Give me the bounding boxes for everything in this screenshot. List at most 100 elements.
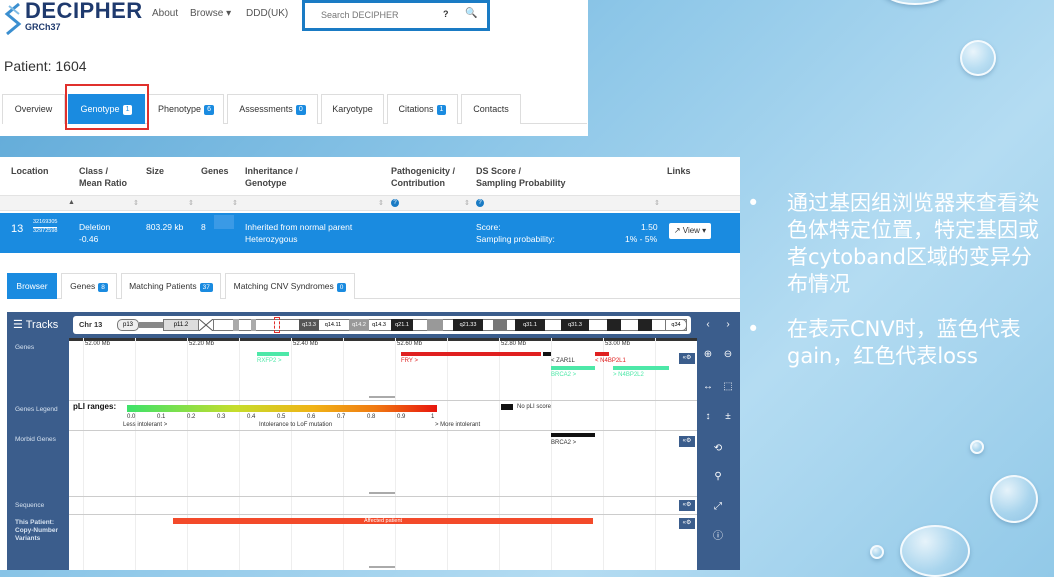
track-area[interactable]: 52.00 Mb 52.20 Mb 52.40 Mb 52.60 Mb 52.8… bbox=[69, 338, 697, 570]
expand-horizontal-icon[interactable]: ↔ bbox=[699, 378, 717, 396]
nav-ddd[interactable]: DDD(UK) bbox=[246, 8, 288, 19]
track-label-genes[interactable]: Genes bbox=[15, 344, 34, 352]
gene-bar[interactable] bbox=[595, 352, 609, 356]
resize-handle[interactable] bbox=[369, 396, 395, 398]
ruler-label: 52.00 Mb bbox=[85, 341, 111, 347]
table-row[interactable]: 13 32169305 32972598 Deletion -0.46 803.… bbox=[0, 213, 740, 253]
col-location[interactable]: Location bbox=[11, 165, 49, 177]
sort-icon[interactable]: ⇕ bbox=[188, 199, 194, 207]
info-icon[interactable]: ⓘ bbox=[709, 528, 727, 546]
tab-matching-cnv-syndromes[interactable]: Matching CNV Syndromes 0 bbox=[225, 273, 355, 299]
col-ds-score[interactable]: DS Score / Sampling Probability bbox=[476, 165, 566, 189]
pli-tick: 0.3 bbox=[217, 414, 226, 420]
ruler-label: 52.20 Mb bbox=[189, 341, 215, 347]
tracks-menu-button[interactable]: ☰ Tracks bbox=[13, 318, 58, 331]
centromere-icon bbox=[199, 319, 213, 331]
zoom-in-icon[interactable]: ⊕ bbox=[699, 346, 717, 364]
sort-icon[interactable]: ⇕ bbox=[232, 199, 238, 207]
expand-genes-icon[interactable] bbox=[214, 215, 234, 229]
bullet-item: • 在表示CNV时，蓝色代表gain，红色代表loss bbox=[747, 316, 1047, 370]
track-settings-icon[interactable]: «⚙ bbox=[679, 436, 695, 447]
zoom-out-icon[interactable]: ⊖ bbox=[719, 346, 737, 364]
search-icon[interactable]: 🔍 bbox=[465, 8, 477, 19]
external-link-icon: ↗ bbox=[673, 226, 683, 235]
track-label-sequence[interactable]: Sequence bbox=[15, 502, 44, 510]
track-labels: Genes Genes Legend Morbid Genes Sequence… bbox=[7, 338, 79, 570]
morbid-gene-bar[interactable] bbox=[551, 433, 595, 437]
sort-icon[interactable]: ⇕ bbox=[464, 199, 470, 207]
sort-icon[interactable]: ⇕ bbox=[133, 199, 139, 207]
bullet-text: 通过基因组浏览器来查看染色体特定位置，特定基因或者cytoband区域的变异分布… bbox=[787, 191, 1039, 296]
pli-tick: 0.2 bbox=[187, 414, 196, 420]
fullscreen-icon[interactable]: ⤢ bbox=[709, 498, 727, 516]
col-class[interactable]: Class / Mean Ratio bbox=[79, 165, 127, 189]
sort-row: ▲ ⇕ ⇕ ⇕ ⇕ ? ⇕ ? ⇕ bbox=[0, 195, 740, 211]
slide-bullets: • 通过基因组浏览器来查看染色体特定位置，特定基因或者cytoband区域的变异… bbox=[747, 190, 1047, 388]
tab-badge: 6 bbox=[204, 105, 214, 115]
pli-tick: 0.1 bbox=[157, 414, 166, 420]
nav-browse[interactable]: Browse ▾ bbox=[190, 8, 231, 19]
cnv-size: 803.29 kb bbox=[146, 222, 184, 232]
morbid-gene-label: BRCA2 > bbox=[551, 440, 577, 446]
track-label-patient-cnv[interactable]: This Patient: Copy-Number Variants bbox=[15, 519, 58, 543]
tab-matching-patients[interactable]: Matching Patients 37 bbox=[121, 273, 221, 299]
col-size[interactable]: Size bbox=[146, 165, 164, 177]
tab-badge: 8 bbox=[98, 283, 108, 292]
chromosome-label: Chr 13 bbox=[79, 320, 103, 329]
tab-assessments[interactable]: Assessments 0 bbox=[227, 94, 318, 124]
sort-icon[interactable]: ⇕ bbox=[654, 199, 660, 207]
tab-karyotype[interactable]: Karyotype bbox=[321, 94, 384, 124]
nav-about[interactable]: About bbox=[152, 8, 178, 19]
help-icon[interactable]: ? bbox=[476, 199, 484, 207]
gene-count: 8 bbox=[201, 222, 206, 232]
gene-bar[interactable] bbox=[257, 352, 289, 356]
track-label-genes-legend[interactable]: Genes Legend bbox=[15, 406, 58, 414]
resize-handle[interactable] bbox=[369, 492, 395, 494]
col-pathogenicity[interactable]: Pathogenicity / Contribution bbox=[391, 165, 455, 189]
col-genes[interactable]: Genes bbox=[201, 165, 229, 177]
track-label-morbid[interactable]: Morbid Genes bbox=[15, 436, 56, 444]
tab-overview[interactable]: Overview bbox=[2, 94, 65, 124]
tab-genes[interactable]: Genes 8 bbox=[61, 273, 117, 299]
scroll-left-icon[interactable]: ‹ bbox=[699, 316, 717, 334]
sampling-value: 1% - 5% bbox=[625, 234, 658, 244]
track-settings-icon[interactable]: «⚙ bbox=[679, 500, 695, 511]
sort-icon[interactable]: ⇕ bbox=[378, 199, 384, 207]
help-icon[interactable]: ? bbox=[391, 199, 399, 207]
pli-tick: 0.7 bbox=[337, 414, 346, 420]
reset-icon[interactable]: ⟲ bbox=[709, 440, 727, 458]
track-settings-icon[interactable]: «⚙ bbox=[679, 353, 695, 364]
patient-cnv-bar[interactable]: Affected patient bbox=[173, 518, 593, 524]
gene-bar[interactable] bbox=[551, 366, 595, 370]
pli-tick: 0.8 bbox=[367, 414, 376, 420]
scroll-right-icon[interactable]: › bbox=[719, 316, 737, 334]
tracks-toolbar: ☰ Tracks Chr 13 p13 p11.2 q13.3 q14.11 q… bbox=[7, 312, 740, 338]
pli-axis-label: Intolerance to LoF mutation bbox=[259, 422, 333, 428]
tab-browser[interactable]: Browser bbox=[7, 273, 57, 299]
track-settings-icon[interactable]: «⚙ bbox=[679, 518, 695, 529]
chromosome-ideogram[interactable]: Chr 13 p13 p11.2 q13.3 q14.11 q14.2 q14.… bbox=[73, 316, 691, 334]
band-label: q21.33 bbox=[453, 319, 483, 331]
search-box: ? 🔍 bbox=[302, 0, 490, 31]
search-input[interactable] bbox=[321, 10, 431, 20]
gene-bar[interactable] bbox=[613, 366, 669, 370]
expand-vertical-icon[interactable]: ↕ bbox=[699, 408, 717, 426]
help-icon[interactable]: ? bbox=[443, 9, 449, 19]
view-dropdown-button[interactable]: ↗ View ▾ bbox=[669, 223, 711, 239]
tab-phenotype[interactable]: Phenotype 6 bbox=[148, 94, 224, 124]
resize-handle[interactable] bbox=[369, 566, 395, 568]
ruler-label: 52.40 Mb bbox=[293, 341, 319, 347]
decipher-logo[interactable]: DECIPHER GRCh37 bbox=[3, 0, 143, 40]
add-icon[interactable]: ± bbox=[719, 408, 737, 426]
gene-bar[interactable] bbox=[401, 352, 541, 356]
sort-asc-icon[interactable]: ▲ bbox=[68, 199, 75, 206]
col-inheritance[interactable]: Inheritance / Genotype bbox=[245, 165, 298, 189]
tab-citations[interactable]: Citations 1 bbox=[387, 94, 458, 124]
select-region-icon[interactable]: ⬚ bbox=[719, 378, 737, 396]
band bbox=[638, 319, 652, 331]
ruler-label: 52.80 Mb bbox=[501, 341, 527, 347]
tab-contacts[interactable]: Contacts bbox=[461, 94, 521, 124]
gene-bar[interactable] bbox=[543, 352, 551, 356]
location-pin-icon[interactable]: ⚲ bbox=[709, 468, 727, 486]
band-label: q21.1 bbox=[391, 319, 413, 331]
